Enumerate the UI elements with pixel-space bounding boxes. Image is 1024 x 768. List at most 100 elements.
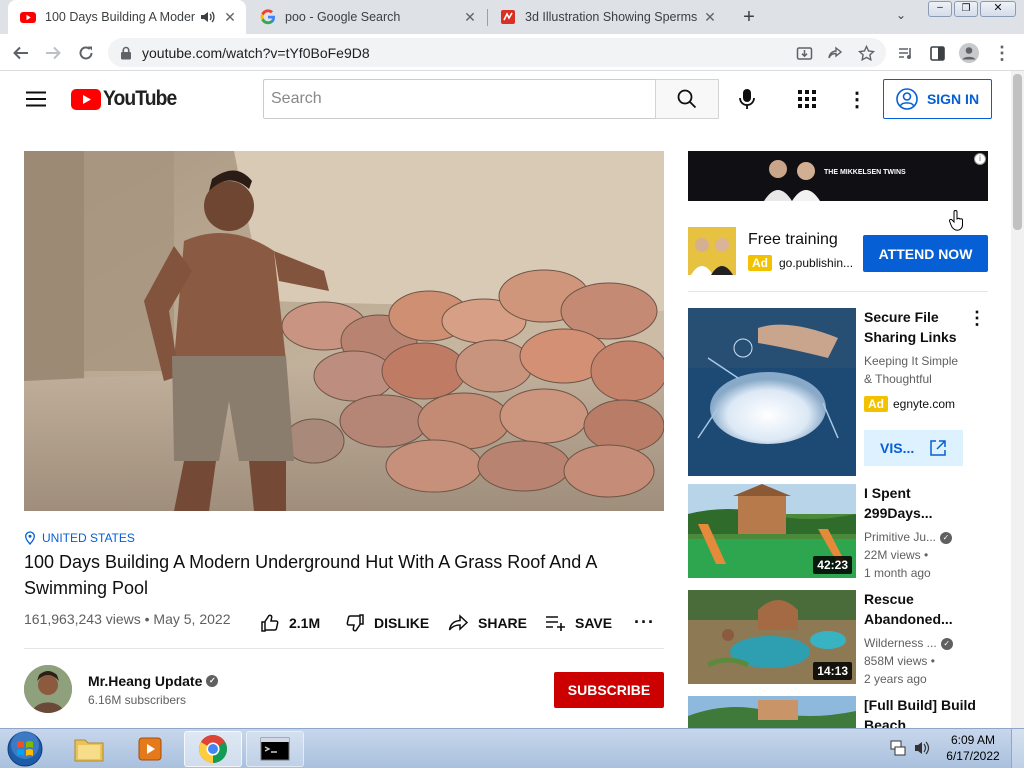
apps-grid-icon[interactable] (798, 90, 816, 108)
image-site-favicon-icon (501, 10, 515, 24)
channel-name-link[interactable]: Mr.Heang Update ✓ (88, 673, 219, 689)
video-duration: 14:13 (813, 662, 852, 680)
subscriber-count: 6.16M subscribers (88, 693, 187, 707)
ad-thumbnail[interactable] (688, 227, 736, 275)
sign-in-label: SIGN IN (926, 91, 980, 107)
ad-meta: Ad egnyte.com (864, 396, 955, 412)
search-placeholder: Search (271, 90, 322, 107)
sign-in-button[interactable]: SIGN IN (883, 79, 992, 119)
url-text: youtube.com/watch?v=tYf0BoFe9D8 (142, 44, 370, 61)
volume-icon[interactable] (913, 739, 931, 762)
hand-cursor-icon (949, 210, 963, 231)
tab-close-icon[interactable]: ✕ (700, 9, 720, 26)
video-frame-image (24, 151, 664, 511)
banner-ad-text: THE MIKKELSEN TWINS (824, 169, 906, 176)
new-tab-icon[interactable]: + (738, 6, 760, 28)
taskbar-file-explorer[interactable] (60, 731, 118, 767)
install-app-icon[interactable] (791, 40, 817, 66)
like-count: 2.1M (289, 615, 321, 631)
youtube-logo[interactable]: YouTube (71, 87, 183, 110)
settings-kebab-icon[interactable]: ⋮ (847, 87, 867, 112)
audio-playing-icon[interactable] (200, 10, 216, 24)
like-button[interactable]: 2.1M (260, 612, 320, 634)
media-controls-icon[interactable] (892, 40, 918, 66)
channel-avatar[interactable] (24, 665, 72, 713)
voice-search-mic-icon[interactable] (737, 88, 757, 110)
recommended-age: 2 years ago (864, 672, 927, 686)
divider (688, 291, 988, 292)
ad-badge: Ad (748, 255, 772, 271)
side-panel-icon[interactable] (924, 40, 950, 66)
open-external-icon (930, 440, 946, 456)
view-count-date: 161,963,243 views • May 5, 2022 (24, 611, 231, 627)
tab-illustration[interactable]: 3d Illustration Showing Sperms Egg ✕ (488, 0, 726, 34)
more-actions-icon[interactable]: ··· (634, 612, 655, 633)
video-player[interactable] (24, 151, 664, 511)
account-circle-icon (896, 88, 918, 110)
ad-info-icon[interactable]: i (974, 153, 986, 165)
tab-close-icon[interactable]: ✕ (460, 9, 480, 26)
network-icon[interactable] (890, 739, 906, 762)
visit-site-button[interactable]: VIS... (864, 430, 963, 466)
browser-tab-strip: 100 Days Building A Modern Underground H… (0, 0, 1024, 34)
banner-ad[interactable]: THE MIKKELSEN TWINS (688, 151, 988, 201)
tab-google-search[interactable]: poo - Google Search ✕ (248, 0, 486, 34)
taskbar-command-prompt[interactable] (246, 731, 304, 767)
close-window-icon[interactable]: ✕ (980, 1, 1016, 17)
ad-video-thumbnail[interactable] (688, 308, 856, 476)
ad-title[interactable]: Free training (748, 231, 838, 249)
save-button[interactable]: SAVE (545, 612, 612, 634)
taskbar-media-player[interactable] (122, 731, 180, 767)
recommended-video-thumbnail[interactable]: 14:13 (688, 590, 856, 684)
recommended-channel[interactable]: Wilderness ... ✓ (864, 634, 953, 652)
thumbs-down-icon (346, 614, 364, 632)
share-button[interactable]: SHARE (448, 612, 527, 634)
recommended-age: 1 month ago (864, 566, 931, 580)
chrome-menu-kebab-icon[interactable]: ⋮ (989, 40, 1015, 66)
share-page-icon[interactable] (822, 40, 848, 66)
lock-icon[interactable] (120, 46, 132, 60)
start-button[interactable] (5, 730, 45, 768)
ad-domain: egnyte.com (893, 397, 956, 411)
recommended-video-title[interactable]: I Spent 299Days... (864, 483, 982, 523)
profile-avatar-icon[interactable] (956, 40, 982, 66)
tab-close-icon[interactable]: ✕ (220, 9, 240, 26)
back-arrow-icon[interactable] (8, 40, 34, 66)
taskbar-clock[interactable]: 6:09 AM 6/17/2022 (940, 732, 1006, 764)
tab-search-chevron-down-icon[interactable]: ⌄ (896, 8, 906, 22)
tab-youtube[interactable]: 100 Days Building A Modern Underground H… (8, 0, 246, 34)
recommended-video-title[interactable]: [Full Build] Build Beach (864, 695, 982, 728)
taskbar-chrome[interactable] (184, 731, 242, 767)
address-bar[interactable]: youtube.com/watch?v=tYf0BoFe9D8 (108, 38, 886, 67)
save-label: SAVE (575, 615, 613, 631)
bookmark-star-icon[interactable] (853, 40, 879, 66)
restore-window-icon[interactable]: ❐ (954, 1, 978, 17)
share-label: SHARE (478, 615, 528, 631)
recommended-video-thumbnail[interactable]: 42:23 (688, 484, 856, 578)
tab-title: poo - Google Search (285, 10, 401, 24)
attend-now-button[interactable]: ATTEND NOW (863, 235, 988, 272)
show-desktop-button[interactable] (1011, 729, 1024, 768)
search-input[interactable]: Search (263, 79, 656, 119)
location-label: UNITED STATES (42, 531, 135, 545)
reload-icon[interactable] (73, 40, 99, 66)
recommended-video-thumbnail[interactable] (688, 696, 856, 728)
ad-more-kebab-icon[interactable]: ⋮ (968, 308, 986, 329)
page-scrollbar-thumb[interactable] (1013, 74, 1022, 230)
youtube-favicon-icon (20, 12, 36, 23)
dislike-button[interactable]: DISLIKE (345, 612, 429, 634)
minimize-window-icon[interactable]: – (928, 1, 952, 17)
forward-arrow-icon[interactable] (40, 40, 66, 66)
recommended-video-title[interactable]: Rescue Abandoned... (864, 589, 982, 629)
recommended-channel[interactable]: Primitive Ju... ✓ (864, 528, 953, 546)
ad-video-title[interactable]: Secure File Sharing Links (864, 307, 982, 347)
hamburger-menu-icon[interactable] (26, 91, 46, 107)
folder-icon (74, 739, 104, 762)
subscribe-button[interactable]: SUBSCRIBE (554, 672, 664, 708)
recommended-views: 858M views • (864, 654, 935, 668)
ad-badge: Ad (864, 396, 888, 412)
windows-taskbar: 6:09 AM 6/17/2022 (0, 728, 1024, 768)
clock-time: 6:09 AM (950, 733, 996, 747)
search-button[interactable] (655, 79, 719, 119)
location-hashtag[interactable]: UNITED STATES (24, 531, 135, 545)
